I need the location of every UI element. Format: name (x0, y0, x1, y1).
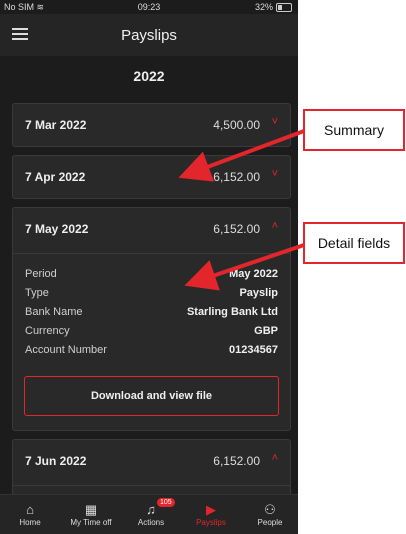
payslip-date[interactable]: 7 May 2022 (25, 222, 88, 236)
payslip-date: 7 Mar 2022 (25, 118, 87, 132)
chevron-up-icon[interactable]: ˄ (272, 220, 278, 232)
detail-value: Starling Bank Ltd (186, 306, 278, 318)
payslip-amount: 6,152.00 (213, 454, 260, 468)
payslip-date: 7 Apr 2022 (25, 170, 86, 184)
tab-payslips[interactable]: ▶ Payslips (180, 495, 242, 534)
payslip-card-expanded: 7 May 2022 6,152.00 ˄ Period May 2022 Ty… (12, 207, 291, 431)
home-icon: ⌂ (26, 502, 34, 517)
chevron-down-icon[interactable]: ˅ (272, 168, 278, 180)
payslip-amount: 6,152.00 (213, 170, 260, 184)
tab-actions[interactable]: ♫ 105 Actions (122, 495, 180, 534)
notification-badge: 105 (157, 498, 175, 507)
bottom-tab-bar: ⌂ Home ▦ My Time off ♫ 105 Actions ▶ Pay… (0, 494, 298, 534)
chevron-up-icon[interactable]: ˄ (272, 452, 278, 464)
detail-row-type: Type Payslip (25, 287, 278, 305)
download-view-file-button[interactable]: Download and view file (24, 376, 279, 416)
page-title: Payslips (121, 27, 177, 44)
annotation-summary: Summary (303, 109, 405, 151)
download-button-label: Download and view file (90, 390, 213, 402)
tab-label: Payslips (196, 518, 226, 527)
status-time: 09:23 (137, 2, 161, 12)
tab-label: People (257, 518, 283, 527)
payslip-icon: ▶ (206, 502, 216, 517)
detail-value: GBP (254, 325, 278, 337)
detail-row-period: Period May 2022 (25, 268, 278, 286)
phone-screen: No SIM ≋ 09:23 32% Payslips 2022 7 Mar 2… (0, 0, 298, 534)
payslip-amount: 4,500.00 (213, 118, 260, 132)
annotation-detail-fields: Detail fields (303, 222, 405, 264)
tab-label: Home (19, 518, 41, 527)
battery-status: 32% (255, 2, 292, 12)
payslip-card[interactable]: 7 Apr 2022 6,152.00 ˅ (12, 155, 291, 199)
detail-label: Currency (25, 325, 70, 337)
payslip-amount: 6,152.00 (213, 222, 260, 236)
detail-label: Bank Name (25, 306, 83, 318)
tab-label: My Time off (70, 518, 112, 527)
tab-people[interactable]: ⚇ People (242, 495, 298, 534)
detail-value: 01234567 (229, 344, 278, 356)
detail-value: May 2022 (229, 268, 278, 280)
payslip-card[interactable]: 7 Mar 2022 4,500.00 ˅ (12, 103, 291, 147)
people-icon: ⚇ (264, 502, 276, 517)
status-bar: No SIM ≋ 09:23 32% (0, 0, 298, 14)
battery-icon (276, 2, 292, 12)
detail-label: Type (25, 287, 49, 299)
tab-my-time-off[interactable]: ▦ My Time off (60, 495, 122, 534)
app-bar: Payslips (0, 14, 298, 56)
divider (13, 253, 290, 254)
detail-label: Account Number (25, 344, 107, 356)
calendar-icon: ▦ (84, 502, 98, 517)
chevron-down-icon[interactable]: ˅ (272, 116, 278, 128)
annotation-label: Summary (324, 122, 384, 138)
divider (13, 485, 290, 486)
tab-home[interactable]: ⌂ Home (0, 495, 60, 534)
detail-row-account-number: Account Number 01234567 (25, 344, 278, 362)
year-heading: 2022 (133, 68, 165, 84)
detail-value: Payslip (239, 287, 278, 299)
annotation-label: Detail fields (317, 235, 391, 251)
detail-row-bank-name: Bank Name Starling Bank Ltd (25, 306, 278, 324)
payslip-date: 7 Jun 2022 (25, 454, 87, 468)
detail-label: Period (25, 268, 57, 280)
tab-label: Actions (137, 518, 165, 527)
detail-row-currency: Currency GBP (25, 325, 278, 343)
